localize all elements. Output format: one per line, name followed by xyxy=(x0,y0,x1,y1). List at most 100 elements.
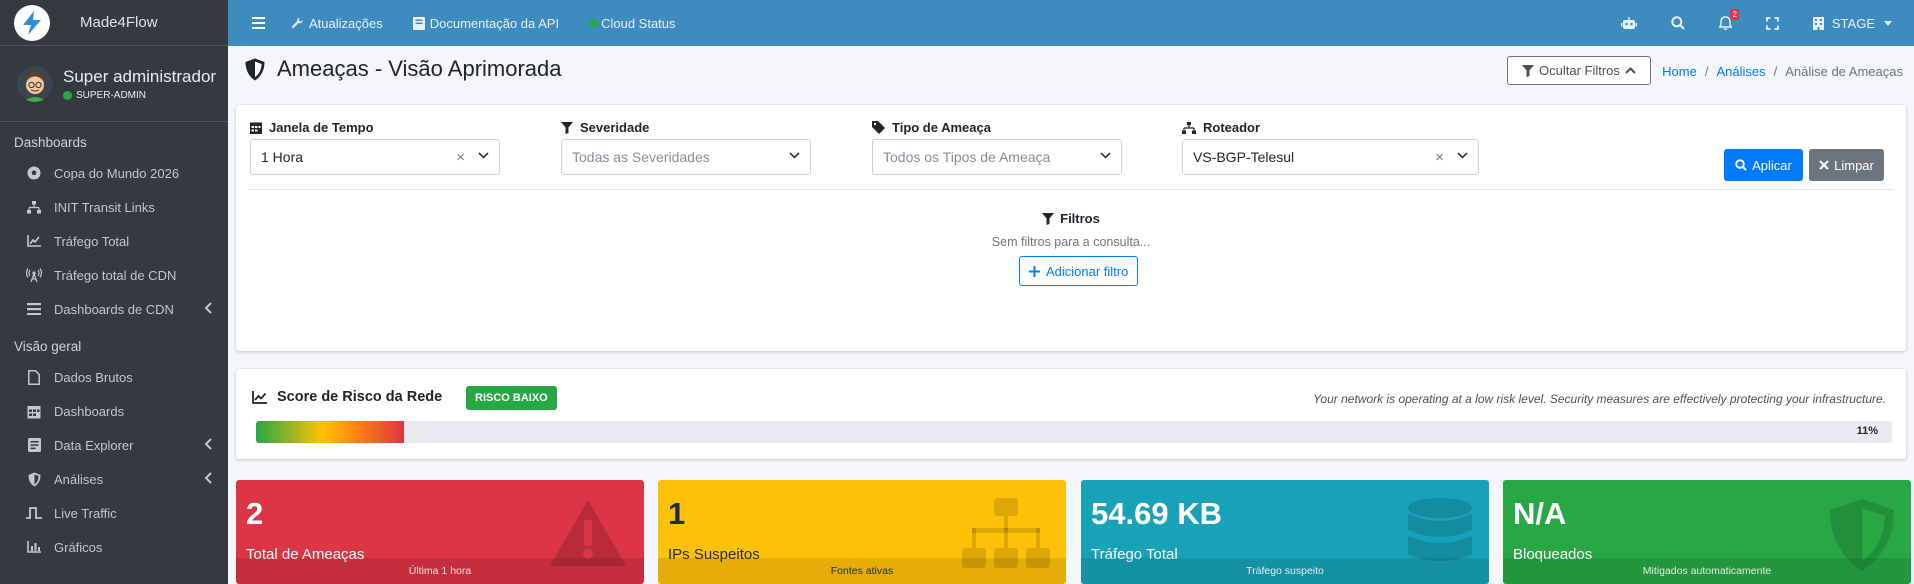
notification-count-badge: 2 xyxy=(1730,9,1739,20)
chevron-left-icon xyxy=(204,472,212,487)
filter-icon xyxy=(561,121,573,134)
sidebar-item-label: Tráfego Total xyxy=(54,233,130,249)
updates-link-label: Atualizações xyxy=(309,15,383,31)
status-dot-icon xyxy=(589,18,599,28)
hamburger-menu-icon[interactable] xyxy=(252,17,265,29)
sidebar-item-label: Tráfego total de CDN xyxy=(54,267,177,283)
risk-score-card: Score de Risco da Rede RISCO BAIXO Your … xyxy=(236,369,1906,459)
pulse-icon xyxy=(24,506,44,520)
bar-chart-icon xyxy=(24,541,44,553)
updates-link[interactable]: Atualizações xyxy=(291,16,383,31)
main-content: Ameaças - Visão Aprimorada Ocultar Filtr… xyxy=(228,46,1914,584)
sidebar-item-label: Dados Brutos xyxy=(54,369,133,385)
shield-icon xyxy=(24,472,44,487)
add-filter-label: Adicionar filtro xyxy=(1046,263,1129,279)
page-title: Ameaças - Visão Aprimorada xyxy=(245,56,562,82)
risk-level-badge: RISCO BAIXO xyxy=(466,386,557,410)
sidebar-item-dashboards-cdn[interactable]: Dashboards de CDN xyxy=(0,292,228,326)
search-icon[interactable] xyxy=(1671,16,1685,30)
add-filter-button[interactable]: Adicionar filtro xyxy=(1019,256,1139,286)
shield-icon xyxy=(245,58,265,80)
threat-type-label-text: Tipo de Ameaça xyxy=(892,120,991,135)
sidebar-item-label: Data Explorer xyxy=(54,437,134,453)
stat-card-total-threats[interactable]: 2 Total de Ameaças Última 1 hora xyxy=(236,480,644,584)
robot-icon[interactable] xyxy=(1620,16,1637,30)
user-role-label: SUPER-ADMIN xyxy=(76,89,147,101)
sidebar-item-live-traffic[interactable]: Live Traffic xyxy=(0,496,228,530)
threat-type-select[interactable]: Todos os Tipos de Ameaça xyxy=(872,139,1122,175)
apply-button[interactable]: Aplicar xyxy=(1724,149,1803,181)
time-window-select[interactable]: 1 Hora × xyxy=(250,139,500,175)
stat-footer: Última 1 hora xyxy=(236,558,644,584)
chevron-left-icon xyxy=(204,302,212,317)
caret-down-icon xyxy=(1884,20,1892,26)
severity-label: Severidade xyxy=(561,120,649,135)
chart-line-icon xyxy=(252,390,267,404)
router-label-text: Roteador xyxy=(1203,120,1261,135)
sidebar-item-trafego-total-cdn[interactable]: Tráfego total de CDN xyxy=(0,258,228,292)
filters-section-title: Filtros xyxy=(236,211,1906,226)
breadcrumb-home[interactable]: Home xyxy=(1662,64,1697,79)
stat-card-blocked[interactable]: N/A Bloqueados Mitigados automaticamente xyxy=(1503,480,1911,584)
sidebar-item-graficos[interactable]: Gráficos xyxy=(0,530,228,564)
cloud-status-link-label: Cloud Status xyxy=(601,15,676,31)
router-select[interactable]: VS-BGP-Telesul × xyxy=(1182,139,1479,175)
stat-value: 54.69 KB xyxy=(1091,496,1222,531)
cloud-status-link[interactable]: Cloud Status xyxy=(589,15,676,31)
filters-section-title-text: Filtros xyxy=(1060,211,1100,226)
breadcrumb-analises[interactable]: Análises xyxy=(1716,64,1765,79)
risk-progress-bar: 11% xyxy=(256,421,1892,443)
page-title-text: Ameaças - Visão Aprimorada xyxy=(277,56,562,81)
file-icon xyxy=(24,369,44,385)
no-filters-text: Sem filtros para a consulta... xyxy=(991,235,1151,249)
fullscreen-icon[interactable] xyxy=(1765,16,1779,30)
notifications-bell-icon[interactable]: 2 xyxy=(1718,9,1739,30)
stat-card-suspicious-ips[interactable]: 1 IPs Suspeitos Fontes ativas xyxy=(658,480,1066,584)
plus-icon xyxy=(1029,265,1040,277)
time-window-value: 1 Hora xyxy=(261,149,304,165)
book-icon xyxy=(412,16,425,30)
sitemap-icon xyxy=(24,200,44,214)
sidebar-item-label: Copa do Mundo 2026 xyxy=(54,165,180,181)
sidebar-item-data-explorer[interactable]: Data Explorer xyxy=(0,428,228,462)
time-window-label-text: Janela de Tempo xyxy=(269,120,374,135)
router-label: Roteador xyxy=(1182,120,1260,135)
sidebar-item-label: Live Traffic xyxy=(54,505,117,521)
stat-value: 1 xyxy=(668,496,686,531)
calendar-icon xyxy=(24,404,44,419)
time-window-label: Janela de Tempo xyxy=(250,120,374,135)
sidebar-item-analises[interactable]: Análises xyxy=(0,462,228,496)
threat-type-label: Tipo de Ameaça xyxy=(872,120,991,135)
chevron-down-icon xyxy=(1457,152,1468,159)
brand[interactable]: Made4Flow xyxy=(0,0,228,46)
severity-select[interactable]: Todas as Severidades xyxy=(561,139,811,175)
top-navbar: Atualizações Documentação da API Cloud S… xyxy=(228,0,1914,46)
sidebar-item-label: Análises xyxy=(54,471,104,487)
sidebar-item-label: Dashboards xyxy=(54,403,125,419)
risk-score-title: Score de Risco da Rede xyxy=(252,389,442,405)
clear-selection-icon[interactable]: × xyxy=(1435,149,1444,166)
user-name: Super administrador xyxy=(63,66,217,86)
file-alt-icon xyxy=(24,438,44,452)
clear-button[interactable]: Limpar xyxy=(1809,149,1884,181)
sidebar-item-copa-do-mundo[interactable]: Copa do Mundo 2026 xyxy=(0,156,228,190)
threat-type-placeholder: Todos os Tipos de Ameaça xyxy=(883,149,1051,165)
api-docs-link[interactable]: Documentação da API xyxy=(412,16,559,31)
sidebar-item-dashboards[interactable]: Dashboards xyxy=(0,394,228,428)
risk-progress-fill xyxy=(256,421,404,443)
breadcrumb-current: Análise de Ameaças xyxy=(1785,64,1903,79)
user-panel[interactable]: Super administrador SUPER-ADMIN xyxy=(0,46,228,122)
sidebar: Made4Flow Super administrador SUPER-ADMI… xyxy=(0,0,228,584)
sidebar-item-label: Dashboards de CDN xyxy=(54,301,174,317)
hide-filters-button[interactable]: Ocultar Filtros xyxy=(1507,56,1651,85)
sidebar-item-init-transit-links[interactable]: INIT Transit Links xyxy=(0,190,228,224)
stat-card-total-traffic[interactable]: 54.69 KB Tráfego Total Tráfego suspeito xyxy=(1081,480,1489,584)
avatar xyxy=(17,65,53,102)
sidebar-item-trafego-total[interactable]: Tráfego Total xyxy=(0,224,228,258)
sidebar-item-dados-brutos[interactable]: Dados Brutos xyxy=(0,360,228,394)
severity-label-text: Severidade xyxy=(580,120,650,135)
environment-dropdown[interactable]: STAGE xyxy=(1812,16,1892,31)
chevron-down-icon xyxy=(1100,152,1111,159)
clear-selection-icon[interactable]: × xyxy=(456,149,465,166)
chevron-down-icon xyxy=(478,152,489,159)
